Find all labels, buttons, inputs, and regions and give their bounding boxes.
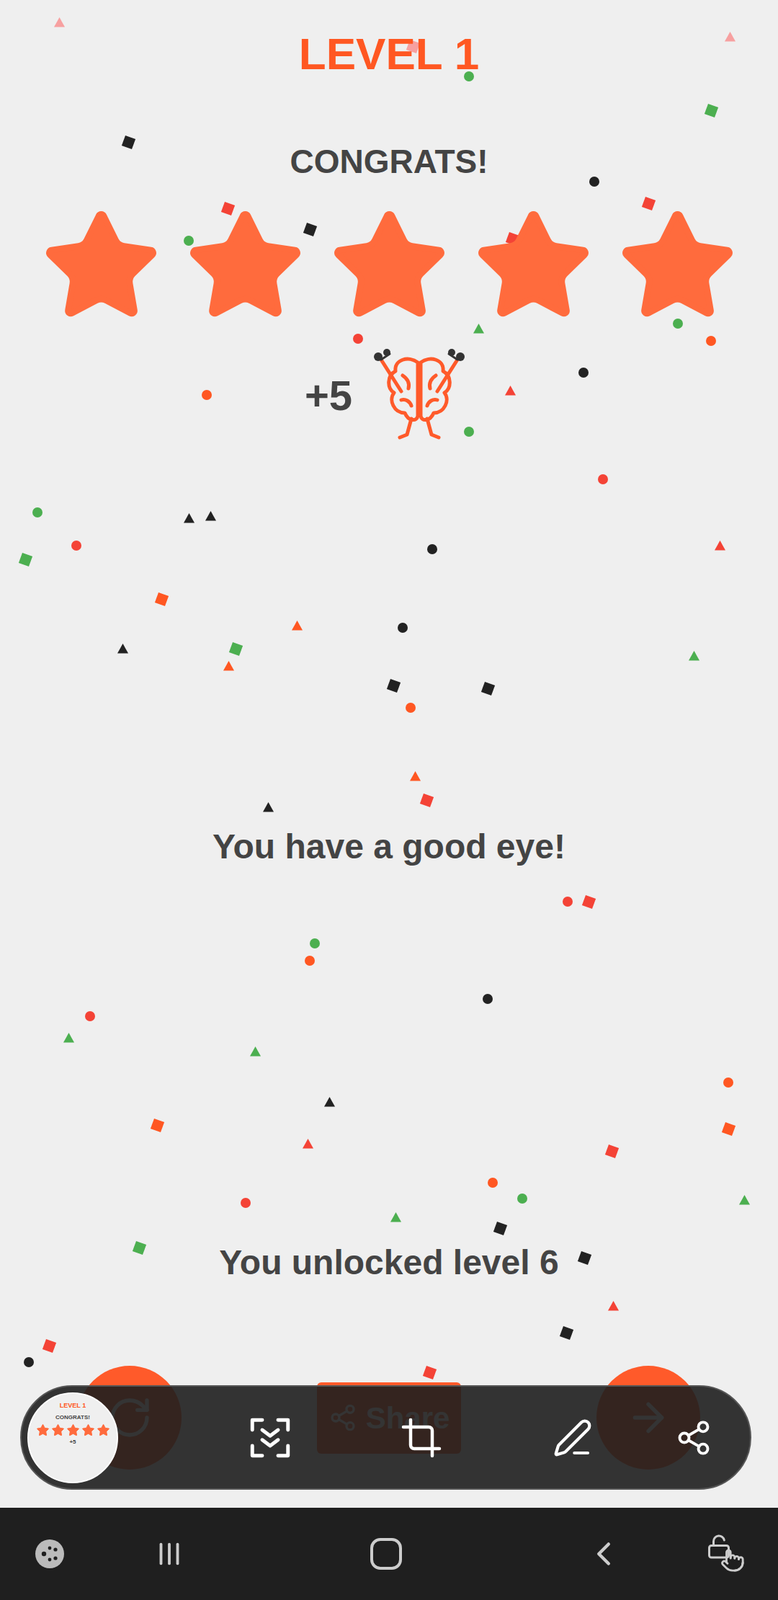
confetti-piece — [183, 235, 194, 246]
thumbnail-star-icon — [66, 1422, 80, 1437]
confetti-piece — [672, 318, 683, 329]
confetti-piece — [63, 1032, 75, 1044]
confetti-piece — [607, 1300, 619, 1312]
confetti-piece — [121, 135, 136, 150]
thumbnail-star-icon — [51, 1422, 65, 1437]
confetti-piece — [18, 552, 33, 567]
star-icon — [327, 203, 452, 329]
confetti-piece — [517, 1192, 528, 1204]
reward-row: +5 — [304, 346, 474, 444]
lock-icon — [705, 1532, 732, 1559]
confetti-piece — [559, 1324, 573, 1339]
confetti-piece — [386, 678, 401, 693]
confetti-piece — [303, 222, 317, 237]
confetti-piece — [291, 620, 303, 632]
confetti-piece — [23, 1356, 34, 1367]
confetti-piece — [480, 681, 495, 696]
confetti-piece — [504, 385, 516, 397]
screenshot-thumbnail[interactable]: LEVEL 1CONGRATS!+5 — [27, 1391, 119, 1483]
confetti-piece — [54, 17, 65, 29]
brain-lifting-icon — [365, 346, 474, 444]
navigation-bar — [0, 1507, 778, 1600]
confetti-piece — [721, 1120, 736, 1135]
confetti-piece — [324, 1096, 335, 1108]
confetti-piece — [739, 1194, 750, 1206]
confetti-piece — [221, 201, 235, 216]
confetti-piece — [482, 993, 493, 1004]
confetti-piece — [302, 1138, 314, 1149]
confetti-piece — [262, 801, 274, 813]
confetti-piece — [703, 103, 718, 118]
star-icon — [615, 203, 740, 329]
confetti-piece — [409, 770, 421, 782]
confetti-piece — [201, 389, 212, 400]
unlock-text: You unlocked level 6 — [218, 1244, 559, 1280]
confetti-piece — [229, 641, 243, 656]
game-launcher-icon[interactable] — [32, 1535, 67, 1571]
confetti-piece — [154, 592, 169, 606]
home-icon[interactable] — [370, 1537, 402, 1569]
recent-apps-icon[interactable] — [152, 1536, 186, 1570]
confetti-piece — [714, 540, 726, 552]
confetti-piece — [309, 937, 320, 949]
unlock-touch-icon[interactable] — [705, 1532, 747, 1574]
confetti-piece — [605, 1143, 619, 1158]
confetti-piece — [641, 196, 656, 211]
confetti-piece — [487, 1177, 498, 1188]
confetti-piece — [71, 540, 82, 551]
praise-text: You have a good eye! — [212, 829, 566, 864]
reward-points: +5 — [304, 363, 353, 427]
confetti-piece — [390, 1211, 402, 1223]
confetti-piece — [405, 702, 416, 713]
confetti-piece — [249, 1045, 261, 1057]
thumbnail-star-icon — [36, 1422, 50, 1437]
scroll-capture-icon[interactable] — [246, 1413, 294, 1461]
confetti-piece — [473, 323, 485, 335]
confetti-piece — [352, 333, 364, 344]
star-icon — [471, 203, 596, 329]
thumbnail-star-icon — [81, 1422, 96, 1437]
confetti-piece — [582, 894, 596, 909]
confetti-piece — [705, 335, 717, 346]
confetti-piece — [723, 1076, 734, 1088]
back-icon[interactable] — [584, 1533, 624, 1573]
confetti-piece — [463, 426, 475, 437]
confetti-piece — [724, 31, 736, 43]
congrats-message: CONGRATS! — [289, 144, 488, 178]
confetti-piece — [419, 793, 434, 807]
confetti-piece — [427, 543, 438, 554]
confetti-piece — [397, 622, 408, 633]
confetti-piece — [304, 955, 315, 966]
share-screenshot-icon[interactable] — [674, 1418, 713, 1456]
crop-icon[interactable] — [399, 1415, 444, 1459]
star-rating — [38, 203, 740, 329]
screenshot-toolbar: LEVEL 1CONGRATS!+5 — [20, 1384, 752, 1490]
confetti-piece — [42, 1338, 57, 1353]
confetti-piece — [32, 507, 43, 518]
star-icon — [38, 203, 164, 329]
confetti-piece — [117, 643, 129, 655]
game-screen: LEVEL 1CONGRATS!+5You have a good eye!Yo… — [0, 0, 778, 1600]
confetti-piece — [578, 367, 589, 378]
confetti-piece — [589, 176, 600, 187]
confetti-piece — [688, 650, 700, 662]
confetti-piece — [150, 1118, 165, 1132]
confetti-piece — [205, 510, 217, 522]
confetti-piece — [85, 1010, 96, 1021]
confetti-piece — [183, 512, 195, 524]
confetti-piece — [492, 1221, 507, 1235]
hand-icon — [720, 1547, 745, 1572]
confetti-piece — [240, 1197, 251, 1208]
level-complete-panel: LEVEL 1CONGRATS!+5You have a good eye!Yo… — [0, 0, 778, 1508]
star-icon — [182, 203, 308, 329]
pencil-icon[interactable] — [552, 1416, 593, 1458]
level-title: LEVEL 1 — [298, 31, 480, 77]
confetti-piece — [131, 1240, 146, 1255]
thumbnail-star-icon — [96, 1422, 111, 1437]
confetti-piece — [422, 1365, 437, 1379]
confetti-piece — [577, 1250, 592, 1265]
confetti-piece — [562, 896, 573, 907]
confetti-piece — [223, 660, 235, 672]
confetti-piece — [597, 474, 608, 485]
